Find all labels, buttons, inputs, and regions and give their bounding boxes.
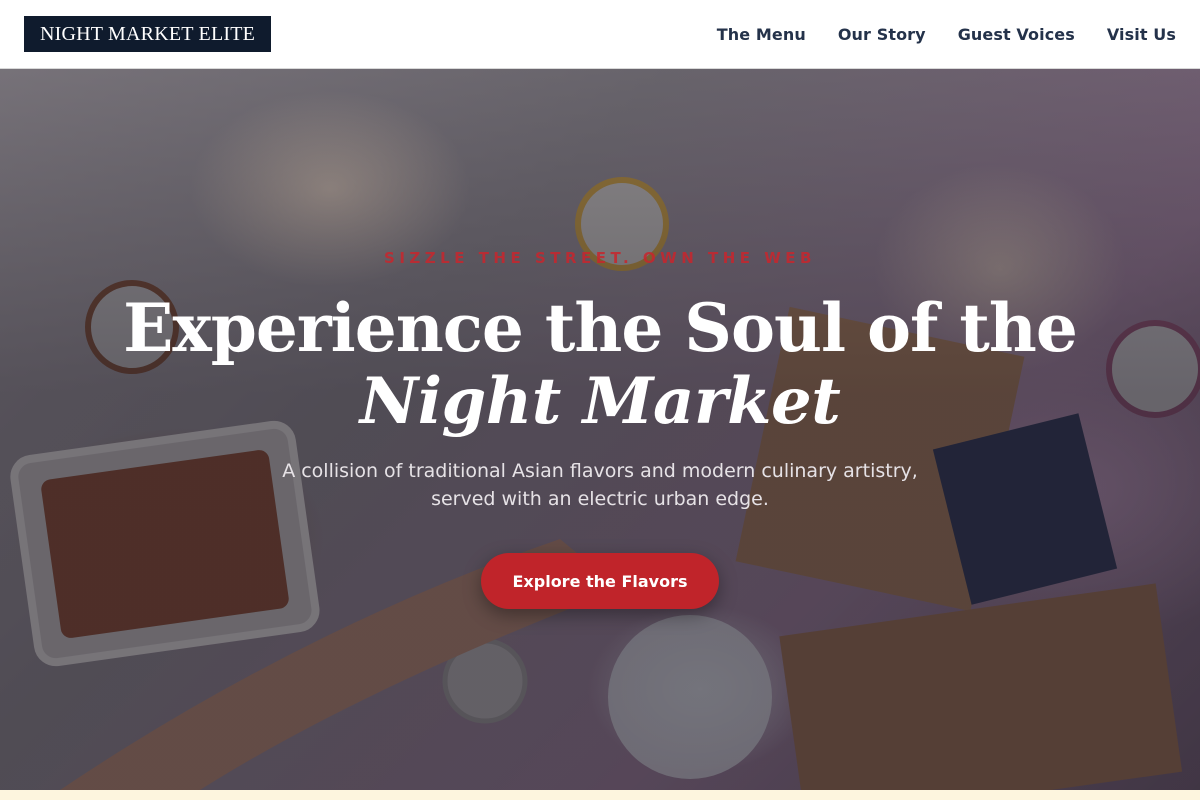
site-header: NIGHT MARKET ELITE The Menu Our Story Gu… <box>0 0 1200 69</box>
headline-line-2: Night Market <box>359 364 841 439</box>
hero-headline: Experience the Soul of the Night Market <box>0 291 1200 439</box>
nav-link-our-story[interactable]: Our Story <box>838 25 926 44</box>
nav-link-visit-us[interactable]: Visit Us <box>1107 25 1176 44</box>
hero-subtitle: A collision of traditional Asian flavors… <box>282 460 918 510</box>
nav-link-guest-voices[interactable]: Guest Voices <box>958 25 1075 44</box>
nav-link-the-menu[interactable]: The Menu <box>717 25 806 44</box>
main-nav: The Menu Our Story Guest Voices Visit Us <box>717 25 1176 44</box>
next-section-edge <box>0 790 1200 800</box>
site-logo[interactable]: NIGHT MARKET ELITE <box>24 16 272 52</box>
hero-tagline: SIZZLE THE STREET. OWN THE WEB <box>384 249 816 267</box>
hero-section: SIZZLE THE STREET. OWN THE WEB Experienc… <box>0 69 1200 790</box>
hero-content: SIZZLE THE STREET. OWN THE WEB Experienc… <box>0 69 1200 790</box>
headline-line-1: Experience the Soul of the <box>123 289 1078 367</box>
explore-flavors-button[interactable]: Explore the Flavors <box>481 553 719 609</box>
